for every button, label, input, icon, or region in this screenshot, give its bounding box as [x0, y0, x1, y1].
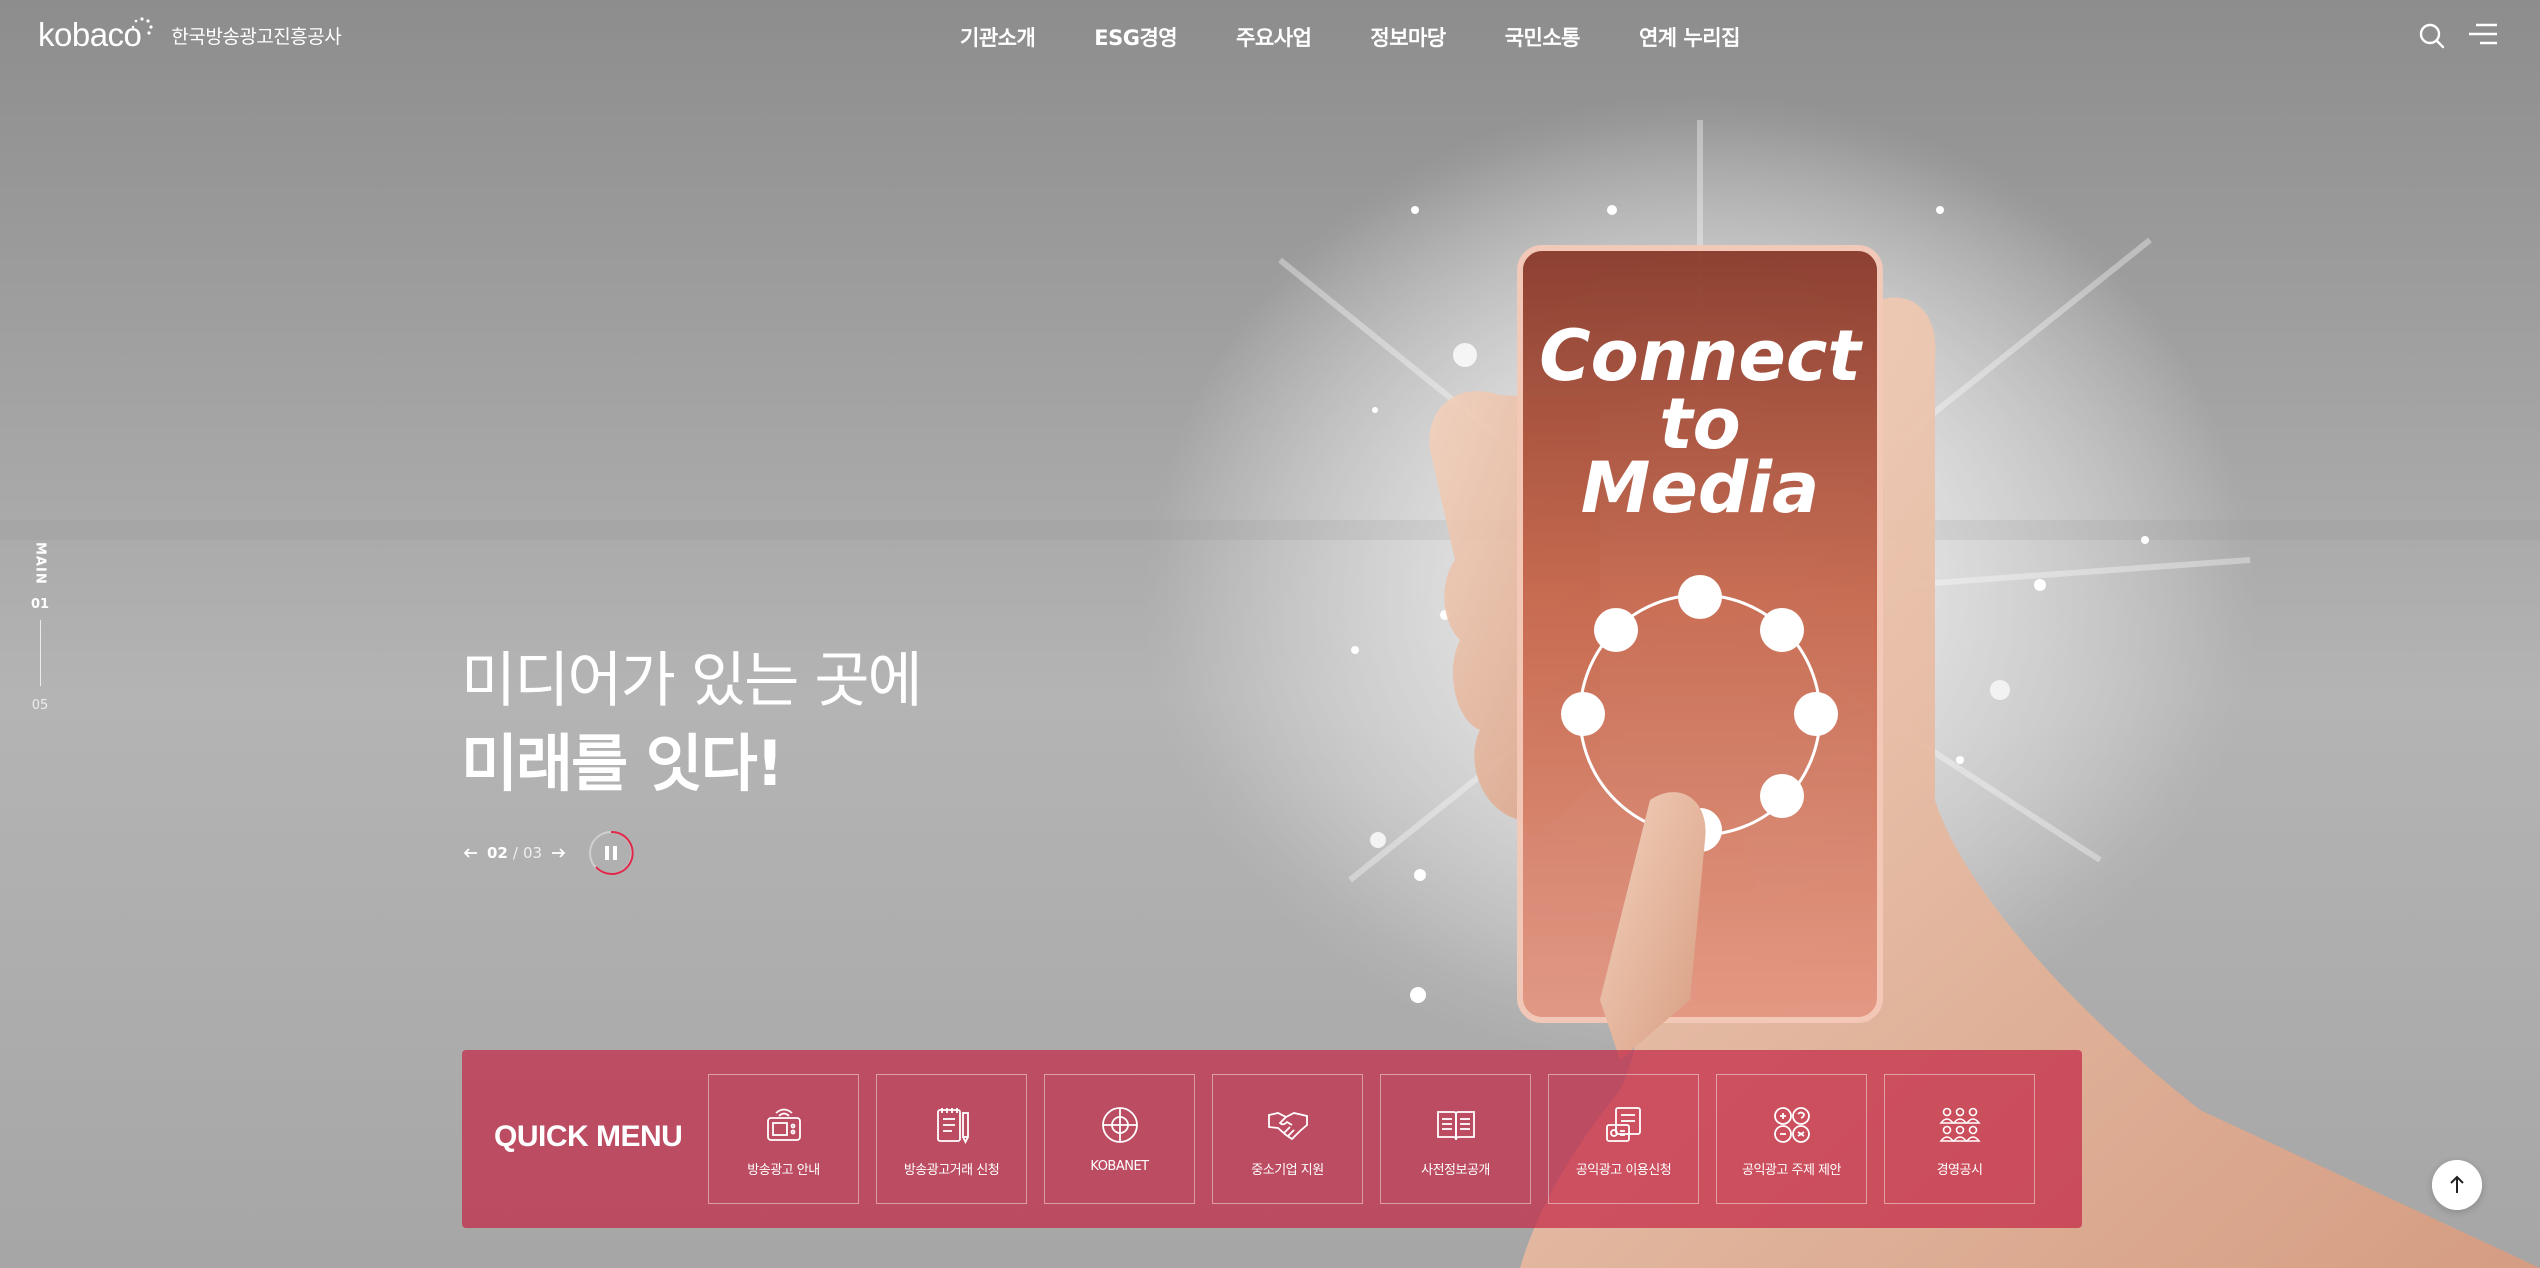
main-navigation: 기관소개 ESG경영 주요사업 정보마당 국민소통 연계 누리집	[960, 22, 1740, 52]
quick-item-label: 방송광고거래 신청	[903, 1163, 1000, 1178]
document-pen-icon	[936, 1108, 969, 1145]
logo-text-ko: 한국방송광고진흥공사	[171, 26, 342, 48]
pause-button[interactable]	[588, 830, 634, 876]
hamburger-menu-icon[interactable]	[2468, 22, 2498, 46]
application-form-icon	[1605, 1107, 1641, 1142]
quick-menu-list: 방송광고 안내 방송광고거래 신청 KOBANET 중소기업 지원 사전정보공개…	[708, 1074, 2035, 1204]
nav-item-about[interactable]: 기관소개	[960, 22, 1036, 52]
quick-menu-title: QUICK MENU	[494, 1120, 683, 1153]
nav-item-communication[interactable]: 국민소통	[1505, 22, 1581, 52]
nav-item-related-sites[interactable]: 연계 누리집	[1639, 22, 1740, 52]
logo-dots-icon	[131, 17, 153, 35]
idea-bubbles-icon	[1773, 1107, 1810, 1143]
hero-slogan: 미디어가 있는 곳에 미래를 잇다!	[461, 640, 923, 806]
tv-icon	[766, 1108, 801, 1141]
phone-text-media: Media	[1581, 447, 1819, 529]
nav-item-esg[interactable]: ESG경영	[1094, 22, 1177, 52]
site-header: kobaco 한국방송광고진흥공사 기관소개 ESG경영 주요사업 정보마당 국…	[0, 0, 2540, 76]
quick-item-label: KOBANET	[1090, 1159, 1149, 1174]
slide-page-current: 02	[487, 844, 508, 862]
prev-arrow-icon[interactable]	[463, 845, 479, 861]
logo-text-en: kobaco	[38, 16, 142, 53]
quick-item-pre-disclosure[interactable]: 사전정보공개	[1380, 1074, 1531, 1204]
slide-controls: 02 / 03	[463, 830, 634, 876]
quick-item-label: 공익광고 주제 제안	[1742, 1163, 1841, 1178]
quick-item-label: 경영공시	[1936, 1163, 1983, 1178]
slide-indicator-total: 05	[31, 697, 49, 713]
quick-item-public-ad-apply[interactable]: 공익광고 이용신청	[1548, 1074, 1699, 1204]
quick-item-public-ad-topic[interactable]: 공익광고 주제 제안	[1716, 1074, 1867, 1204]
quick-menu: QUICK MENU 방송광고 안내 방송광고거래 신청 KOBANET 중소기…	[462, 1050, 2082, 1228]
quick-item-kobanet[interactable]: KOBANET	[1044, 1074, 1195, 1204]
quick-item-label: 공익광고 이용신청	[1575, 1163, 1672, 1178]
people-group-icon	[1938, 1107, 1981, 1142]
quick-item-label: 중소기업 지원	[1251, 1163, 1324, 1178]
nav-item-info[interactable]: 정보마당	[1370, 22, 1446, 52]
slogan-line-1: 미디어가 있는 곳에	[461, 646, 923, 716]
slogan-line-2: 미래를 잇다!	[461, 727, 784, 800]
quick-item-broadcast-ad-guide[interactable]: 방송광고 안내	[708, 1074, 859, 1204]
next-arrow-icon[interactable]	[550, 845, 566, 861]
handshake-icon	[1267, 1112, 1308, 1141]
globe-network-icon	[1101, 1107, 1138, 1143]
quick-item-label: 사전정보공개	[1421, 1163, 1490, 1178]
quick-item-management-disclosure[interactable]: 경영공시	[1884, 1074, 2035, 1204]
slide-indicator-line	[39, 619, 41, 686]
slide-indicator: MAIN 01 05	[30, 542, 50, 713]
nav-item-business[interactable]: 주요사업	[1236, 22, 1312, 52]
slide-page-total: 03	[522, 844, 543, 862]
slide-page-separator: /	[512, 844, 518, 862]
quick-item-ad-trade-apply[interactable]: 방송광고거래 신청	[876, 1074, 1027, 1204]
quick-item-sme-support[interactable]: 중소기업 지원	[1212, 1074, 1363, 1204]
scroll-top-button[interactable]	[2432, 1160, 2482, 1210]
search-icon[interactable]	[2418, 22, 2446, 50]
site-logo[interactable]: kobaco 한국방송광고진흥공사	[38, 16, 342, 54]
open-book-icon	[1436, 1111, 1475, 1141]
quick-item-label: 방송광고 안내	[747, 1163, 820, 1178]
slide-indicator-label: MAIN	[32, 542, 48, 585]
slide-indicator-current: 01	[30, 596, 50, 612]
